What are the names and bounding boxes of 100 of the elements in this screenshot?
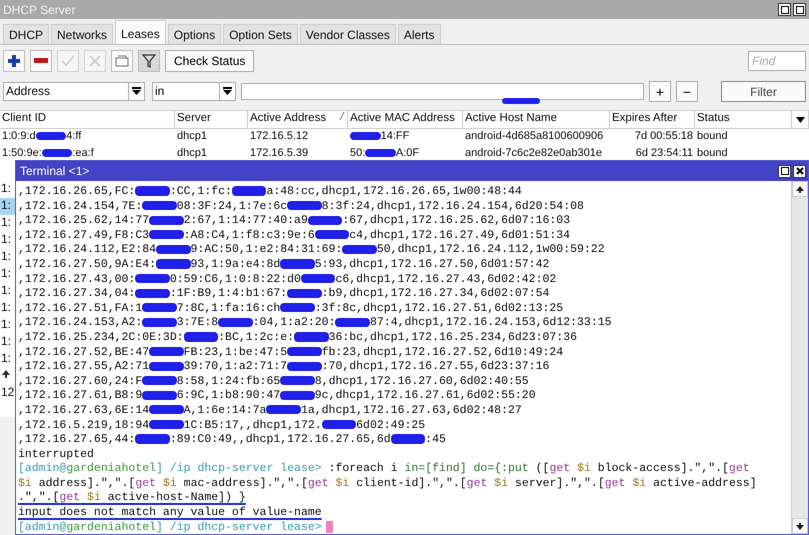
column-header[interactable]: Active Host Name: [463, 110, 610, 129]
column-menu-button[interactable]: [792, 110, 809, 129]
filter-value-field[interactable]: [241, 83, 644, 100]
terminal-text: :67,dhcp1,172.16.25.62,6d07:16:03: [342, 214, 570, 228]
table-cell: 1:: [0, 198, 15, 215]
column-header[interactable]: Status: [695, 110, 792, 129]
operator-dropdown[interactable]: in: [152, 82, 236, 101]
redaction-mark: [287, 288, 322, 298]
maximize-button[interactable]: [778, 164, 791, 178]
terminal-text: [admin@: [18, 462, 66, 476]
terminal-text: ,172.16.27.34,04:: [18, 287, 136, 300]
redaction-mark: [266, 405, 301, 414]
redaction-mark: [149, 230, 184, 240]
window-title: DHCP Server: [3, 2, 76, 16]
terminal-text: 39:70,1:a2:71:7: [184, 360, 288, 374]
terminal-text: 50,dhcp1,172.16.24.112,1w00:59:22: [376, 243, 605, 256]
terminal-text: 7:8C,1:fa:16:ch: [176, 302, 280, 315]
terminal-text: FB:23,1:be:47:5: [184, 346, 288, 359]
terminal-text: in=[find] do={:put: [404, 462, 529, 476]
maximize-button[interactable]: [778, 3, 791, 16]
terminal-text: ,172.16.26.65,FC:: [18, 185, 136, 198]
terminal-text: :A8:C4,1:f8:c3:9e:6: [184, 228, 315, 242]
terminal-text: ,172.16.5.219,18:94: [18, 418, 150, 432]
redaction-mark: [287, 346, 322, 356]
filter-button[interactable]: Filter: [721, 81, 806, 102]
terminal-text: 3:7E:8: [176, 316, 218, 330]
terminal-text: 1C:B5:17,,dhcp1,172.: [184, 418, 322, 432]
terminal-text: $i: [162, 476, 177, 490]
table-cell: 14:FF: [348, 129, 463, 146]
restore-button[interactable]: [793, 3, 806, 16]
toolbar-button[interactable]: [30, 50, 52, 72]
table-cell-text: 1:: [0, 300, 12, 316]
table-cell-text: 1:: [0, 249, 12, 265]
terminal-text: get: [466, 476, 488, 490]
redaction-mark: [280, 376, 315, 386]
tab[interactable]: Option Sets: [223, 24, 298, 44]
redaction-mark: [156, 244, 191, 254]
table-cell-text: android-4d685a8100600906: [464, 129, 604, 144]
terminal-text: mac-address].",".[: [182, 476, 308, 490]
funnel-icon: [142, 54, 156, 68]
toolbar-button[interactable]: [138, 50, 160, 72]
tab[interactable]: Alerts: [398, 24, 441, 44]
find-field[interactable]: Find: [748, 51, 806, 71]
close-button[interactable]: [793, 164, 806, 178]
terminal-text: .",".[: [18, 491, 60, 504]
redaction-mark: [502, 98, 540, 104]
terminal-text: 9c,dhcp1,172.16.27.61,6d02:55:20: [314, 389, 536, 402]
column-header[interactable]: Expires After: [610, 110, 695, 129]
tab[interactable]: DHCP: [3, 24, 50, 44]
terminal-text: block-access].",".[: [596, 462, 729, 476]
table-cell-text: 7d 00:55:18: [634, 129, 694, 144]
row-arrow-icon: [1, 369, 11, 379]
terminal-text: address].",".[: [38, 476, 136, 490]
table-cell-text: dhcp1: [176, 146, 208, 161]
column-header[interactable]: Server: [175, 110, 248, 129]
terminal-text: 0:59:C6,1:0:8:22:d0: [170, 272, 301, 286]
terminal-text: ,172.16.27.60,24:F: [18, 374, 142, 388]
terminal-text: interrupted: [18, 448, 94, 461]
column-header[interactable]: Client ID: [0, 110, 175, 129]
table-cell-text: android-7c6c2e82e0ab301e: [464, 146, 604, 161]
table-cell-text: dhcp1: [176, 129, 208, 144]
add-condition-button[interactable]: +: [649, 81, 671, 102]
field-dropdown[interactable]: Address: [3, 82, 145, 101]
tab[interactable]: Leases: [115, 20, 166, 44]
terminal-text: ,172.16.27.50,9A:E4:: [18, 258, 156, 271]
table-cell-text: bound: [696, 129, 729, 144]
redaction-mark: [335, 318, 370, 327]
table-cell-text: 1:: [0, 266, 12, 282]
terminal-text: 87:4,dhcp1,172.16.24.153,6d12:33:15: [370, 316, 612, 330]
terminal-text: ,172.16.24.153,A2:: [18, 316, 142, 330]
redaction-mark: [390, 434, 426, 444]
note-icon: [115, 55, 129, 67]
column-header[interactable]: Active MAC Address: [348, 110, 463, 129]
remove-condition-button[interactable]: −: [676, 81, 698, 102]
terminal-text: :3f:8c,dhcp1,172.16.27.51,6d02:13:25: [314, 302, 564, 315]
terminal-text: client-id].",".[: [355, 476, 467, 490]
tab[interactable]: Networks: [51, 24, 114, 44]
scrollbar[interactable]: [791, 181, 808, 534]
terminal-text: $i: [86, 491, 101, 504]
tab[interactable]: Vendor Classes: [300, 24, 396, 44]
terminal-text: 36:bc,dhcp1,172.16.25.234,6d23:07:36: [328, 330, 578, 344]
terminal-text: gardeniahotel: [66, 462, 156, 476]
check-status-button[interactable]: Check Status: [165, 50, 254, 72]
terminal-text: input does not match any value of value-name: [18, 506, 322, 520]
terminal-text: 5:93,dhcp1,172.16.27.50,6d01:57:42: [314, 258, 550, 271]
redaction-mark: [308, 216, 342, 225]
terminal-title: Terminal <1>: [20, 164, 90, 178]
terminal-text: :70,dhcp1,172.16.27.55,6d23:37:16: [322, 360, 550, 374]
scroll-up-icon: [796, 186, 804, 192]
table-cell-text: 6d 23:54:11: [634, 146, 694, 161]
terminal-text: c6,dhcp1,172.16.27.43,6d02:42:02: [335, 272, 556, 286]
toolbar-button[interactable]: [111, 50, 133, 72]
tab[interactable]: Options: [168, 24, 222, 44]
toolbar-button[interactable]: [3, 50, 25, 72]
terminal-text: ,172.16.24.154,7E:: [18, 200, 142, 213]
redaction-mark: [142, 200, 177, 210]
caret-icon: [796, 116, 804, 122]
table-cell-text: 12: [0, 385, 15, 401]
table-cell-text: 50: A:0F: [349, 146, 420, 161]
column-header[interactable]: Active Address: [248, 110, 348, 129]
